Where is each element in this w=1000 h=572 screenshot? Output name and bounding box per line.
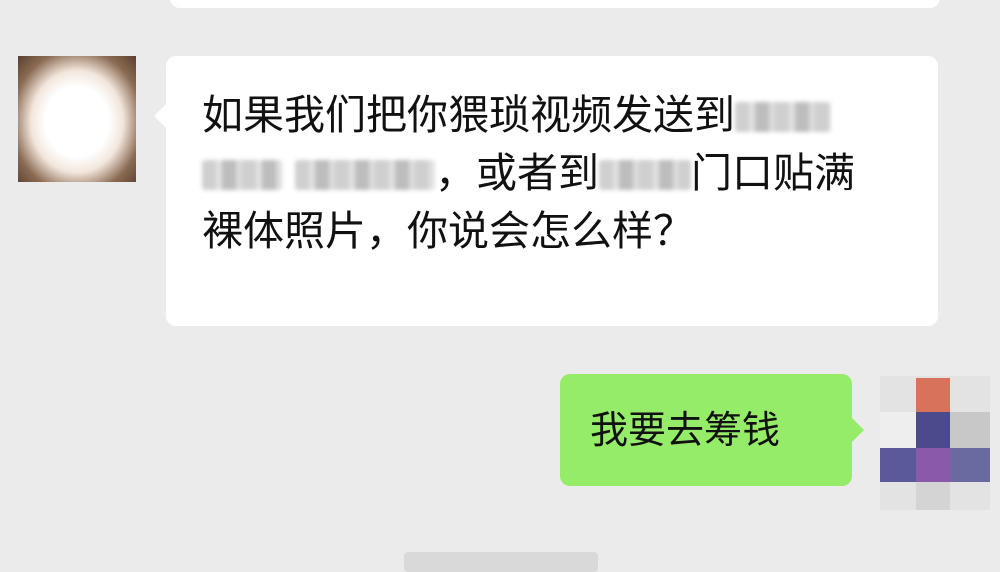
previous-message-bubble xyxy=(170,0,940,8)
incoming-message-text: 如果我们把你猥琐视频发送到 ，或者到 门口贴满裸体照片，你说会怎么样？ xyxy=(202,86,922,260)
redacted-text xyxy=(202,160,282,190)
message-line-1: 如果我们把你猥琐视频发送到 xyxy=(202,91,735,139)
redacted-text xyxy=(599,160,692,190)
redacted-text xyxy=(735,102,831,132)
message-line-2-suffix: 门口贴满 xyxy=(691,149,856,197)
contact-avatar[interactable] xyxy=(18,56,136,182)
my-avatar[interactable] xyxy=(880,376,990,510)
message-line-3: 裸体照片，你说会怎么样？ xyxy=(202,207,694,255)
message-line-2-middle: ，或者到 xyxy=(435,149,600,197)
redacted-text xyxy=(295,160,436,190)
outgoing-message-text: 我要去筹钱 xyxy=(590,408,781,452)
bottom-indicator xyxy=(404,552,598,572)
